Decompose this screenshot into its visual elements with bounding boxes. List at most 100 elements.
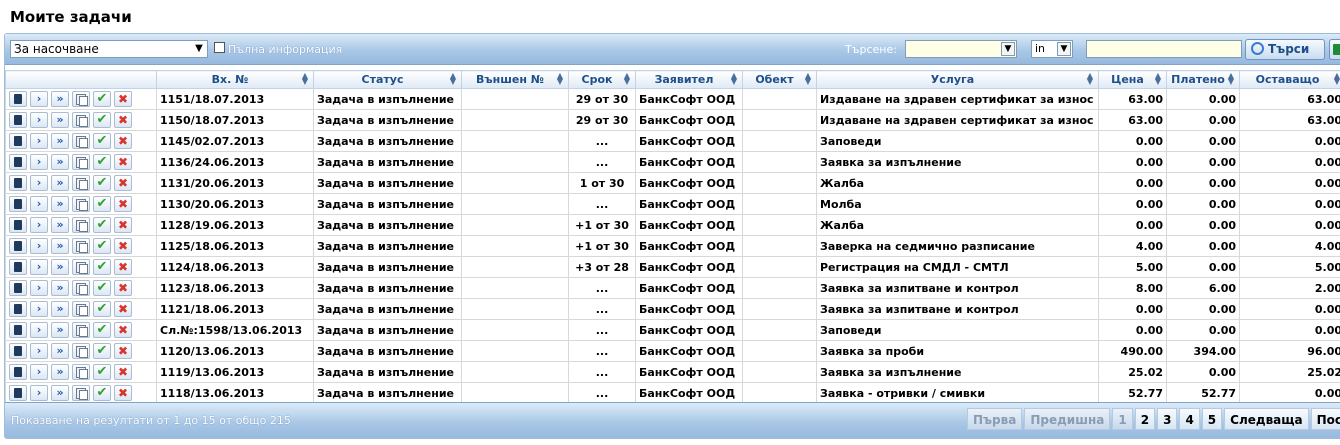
book-icon[interactable] bbox=[9, 364, 27, 380]
delete-icon[interactable]: ✖ bbox=[114, 238, 132, 254]
delete-icon[interactable]: ✖ bbox=[114, 322, 132, 338]
col-header-paid[interactable]: Платено ▲ ▼ bbox=[1166, 70, 1240, 89]
check-icon[interactable]: ✔ bbox=[93, 154, 111, 170]
arrow-right-icon[interactable]: › bbox=[30, 91, 48, 107]
copy-icon[interactable] bbox=[72, 217, 90, 233]
delete-icon[interactable]: ✖ bbox=[114, 364, 132, 380]
book-icon[interactable] bbox=[9, 238, 27, 254]
delete-icon[interactable]: ✖ bbox=[114, 385, 132, 401]
delete-icon[interactable]: ✖ bbox=[114, 154, 132, 170]
check-icon[interactable]: ✔ bbox=[93, 322, 111, 338]
arrow-right-icon[interactable]: › bbox=[30, 154, 48, 170]
check-icon[interactable]: ✔ bbox=[93, 91, 111, 107]
arrow-right-icon[interactable]: › bbox=[30, 133, 48, 149]
search-operator-select[interactable]: in ▼ bbox=[1031, 40, 1073, 58]
full-info-checkbox[interactable] bbox=[214, 42, 225, 53]
table-row[interactable]: ›» ✔ ✖ 1124/18.06.2013 Задача в изпълнение +3… bbox=[5, 256, 1340, 278]
copy-icon[interactable] bbox=[72, 280, 90, 296]
check-icon[interactable]: ✔ bbox=[93, 196, 111, 212]
pager-page-2[interactable]: 2 bbox=[1134, 408, 1156, 430]
table-row[interactable]: ›» ✔ ✖ 1151/18.07.2013 Задача в изпълнение 29… bbox=[5, 88, 1340, 110]
copy-icon[interactable] bbox=[72, 343, 90, 359]
double-arrow-right-icon[interactable]: » bbox=[51, 217, 69, 233]
arrow-right-icon[interactable]: › bbox=[30, 301, 48, 317]
arrow-right-icon[interactable]: › bbox=[30, 364, 48, 380]
copy-icon[interactable] bbox=[72, 364, 90, 380]
book-icon[interactable] bbox=[9, 322, 27, 338]
arrow-right-icon[interactable]: › bbox=[30, 385, 48, 401]
table-row[interactable]: ›» ✔ ✖ 1145/02.07.2013 Задача в изпълнение..… bbox=[5, 130, 1340, 152]
pager-page-5[interactable]: 5 bbox=[1201, 408, 1223, 430]
filter-select[interactable]: За насочване ▼ bbox=[10, 40, 208, 58]
check-icon[interactable]: ✔ bbox=[93, 280, 111, 296]
double-arrow-right-icon[interactable]: » bbox=[51, 91, 69, 107]
check-icon[interactable]: ✔ bbox=[93, 217, 111, 233]
double-arrow-right-icon[interactable]: » bbox=[51, 280, 69, 296]
double-arrow-right-icon[interactable]: » bbox=[51, 385, 69, 401]
check-icon[interactable]: ✔ bbox=[93, 112, 111, 128]
copy-icon[interactable] bbox=[72, 301, 90, 317]
table-row[interactable]: ›» ✔ ✖ 1150/18.07.2013 Задача в изпълнение 29… bbox=[5, 109, 1340, 131]
search-button[interactable]: Търси bbox=[1245, 39, 1325, 60]
book-icon[interactable] bbox=[9, 196, 27, 212]
pager-page-1[interactable]: 1 bbox=[1112, 408, 1133, 430]
copy-icon[interactable] bbox=[72, 259, 90, 275]
book-icon[interactable] bbox=[9, 175, 27, 191]
col-header-incoming-no[interactable]: Вх. № ▲ ▼ bbox=[156, 70, 314, 89]
arrow-right-icon[interactable]: › bbox=[30, 196, 48, 212]
book-icon[interactable] bbox=[9, 259, 27, 275]
table-row[interactable]: ›» ✔ ✖ 1120/13.06.2013 Задача в изпълнение..… bbox=[5, 340, 1340, 362]
check-icon[interactable]: ✔ bbox=[93, 301, 111, 317]
check-icon[interactable]: ✔ bbox=[93, 259, 111, 275]
book-icon[interactable] bbox=[9, 280, 27, 296]
pager-page-3[interactable]: 3 bbox=[1157, 408, 1178, 430]
pager-first[interactable]: Първа bbox=[967, 408, 1023, 430]
table-row[interactable]: ›» ✔ ✖ 1118/13.06.2013 Задача в изпълнение..… bbox=[5, 382, 1340, 404]
check-icon[interactable]: ✔ bbox=[93, 364, 111, 380]
table-row[interactable]: ›» ✔ ✖ 1131/20.06.2013 Задача в изпълнение 1 … bbox=[5, 172, 1340, 194]
copy-icon[interactable] bbox=[72, 196, 90, 212]
check-icon[interactable]: ✔ bbox=[93, 385, 111, 401]
copy-icon[interactable] bbox=[72, 154, 90, 170]
copy-icon[interactable] bbox=[72, 91, 90, 107]
delete-icon[interactable]: ✖ bbox=[114, 217, 132, 233]
arrow-right-icon[interactable]: › bbox=[30, 259, 48, 275]
copy-icon[interactable] bbox=[72, 133, 90, 149]
delete-icon[interactable]: ✖ bbox=[114, 196, 132, 212]
book-icon[interactable] bbox=[9, 133, 27, 149]
arrow-right-icon[interactable]: › bbox=[30, 175, 48, 191]
double-arrow-right-icon[interactable]: » bbox=[51, 238, 69, 254]
copy-icon[interactable] bbox=[72, 385, 90, 401]
check-icon[interactable]: ✔ bbox=[93, 238, 111, 254]
arrow-right-icon[interactable]: › bbox=[30, 322, 48, 338]
table-row[interactable]: ›» ✔ ✖ 1121/18.06.2013 Задача в изпълнение..… bbox=[5, 298, 1340, 320]
double-arrow-right-icon[interactable]: » bbox=[51, 301, 69, 317]
pager-last[interactable]: Последна bbox=[1310, 408, 1340, 430]
delete-icon[interactable]: ✖ bbox=[114, 280, 132, 296]
book-icon[interactable] bbox=[9, 385, 27, 401]
delete-icon[interactable]: ✖ bbox=[114, 259, 132, 275]
table-row[interactable]: ›» ✔ ✖ 1119/13.06.2013 Задача в изпълнение..… bbox=[5, 361, 1340, 383]
col-header-external-no[interactable]: Външен № ▲ ▼ bbox=[461, 70, 569, 89]
delete-icon[interactable]: ✖ bbox=[114, 91, 132, 107]
double-arrow-right-icon[interactable]: » bbox=[51, 196, 69, 212]
col-header-object[interactable]: Обект ▲ ▼ bbox=[742, 70, 817, 89]
pager-previous[interactable]: Предишна bbox=[1024, 408, 1111, 430]
delete-icon[interactable]: ✖ bbox=[114, 133, 132, 149]
copy-icon[interactable] bbox=[72, 238, 90, 254]
double-arrow-right-icon[interactable]: » bbox=[51, 364, 69, 380]
search-input[interactable] bbox=[1086, 40, 1242, 58]
book-icon[interactable] bbox=[9, 217, 27, 233]
copy-icon[interactable] bbox=[72, 175, 90, 191]
table-row[interactable]: ›» ✔ ✖ Сл.№:1598/13.06.2013 Задача в изпълне… bbox=[5, 319, 1340, 341]
check-icon[interactable]: ✔ bbox=[93, 343, 111, 359]
double-arrow-right-icon[interactable]: » bbox=[51, 112, 69, 128]
arrow-right-icon[interactable]: › bbox=[30, 238, 48, 254]
book-icon[interactable] bbox=[9, 301, 27, 317]
double-arrow-right-icon[interactable]: » bbox=[51, 322, 69, 338]
arrow-right-icon[interactable]: › bbox=[30, 280, 48, 296]
arrow-right-icon[interactable]: › bbox=[30, 217, 48, 233]
arrow-right-icon[interactable]: › bbox=[30, 112, 48, 128]
col-header-term[interactable]: Срок ▲ ▼ bbox=[568, 70, 636, 89]
book-icon[interactable] bbox=[9, 112, 27, 128]
